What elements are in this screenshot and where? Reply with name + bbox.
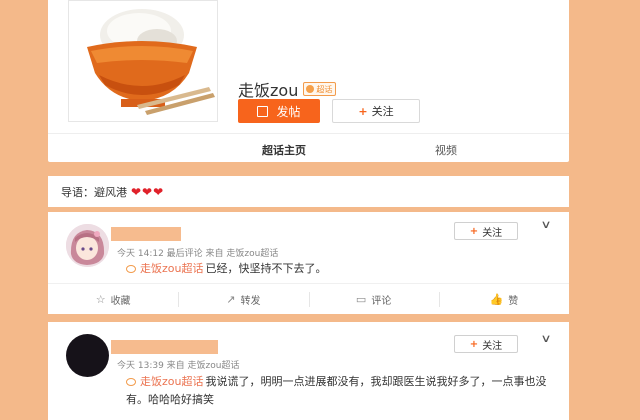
like-label: 赞: [508, 295, 519, 307]
intro-label: 导语：避风港: [61, 185, 127, 199]
post-card: 今天 13:39 来自 走饭zou超话 走饭zou超话 我说谎了，明明一点进展都没…: [48, 322, 569, 420]
topic-link[interactable]: 走饭zou超话: [140, 262, 203, 275]
badge-label: 超话: [316, 84, 333, 94]
tab-video[interactable]: 视频: [435, 142, 457, 158]
post-meta: 今天 13:39 来自 走饭zou超话: [117, 361, 240, 371]
avatar[interactable]: [66, 334, 109, 377]
heart-icons: ❤❤❤: [131, 184, 165, 199]
follow-user-button[interactable]: + 关注: [454, 335, 518, 353]
supertopic-badge: 超话: [303, 82, 337, 96]
tab-supertopic-home[interactable]: 超话主页: [262, 142, 306, 158]
rice-bowl-image: [69, 1, 217, 121]
follow-label: 关注: [482, 227, 503, 239]
post-card: 今天 14:12 最后评论 来自 走饭zou超话 走饭zou超话 已经，快坚持不下…: [48, 212, 569, 314]
repost-button[interactable]: ↗ 转发: [178, 284, 308, 314]
intro-bar: 导语：避风港 ❤❤❤: [48, 176, 569, 207]
like-button[interactable]: 👍 赞: [438, 284, 569, 314]
topic-avatar[interactable]: [68, 0, 218, 122]
post-content: 走饭zou超话 我说谎了，明明一点进展都没有，我却跟医生说我好多了，一点事也没有。…: [126, 373, 549, 409]
follow-button-label: 关注: [371, 105, 394, 118]
chevron-down-icon[interactable]: ∨: [540, 332, 551, 345]
supertopic-icon: [126, 265, 136, 273]
post-button-label: 发帖: [276, 104, 301, 119]
topic-name-row: 走饭zou 超话: [238, 77, 337, 101]
username-redacted[interactable]: [111, 227, 181, 241]
follow-topic-button[interactable]: + 关注: [332, 99, 420, 123]
post-content: 走饭zou超话 已经，快坚持不下去了。: [126, 260, 549, 278]
plus-icon: +: [469, 225, 479, 237]
plus-icon: +: [358, 104, 368, 118]
star-icon: ☆: [95, 292, 106, 306]
diamond-icon: [306, 85, 315, 93]
username-redacted[interactable]: [111, 340, 218, 354]
divider: [48, 133, 569, 134]
comment-icon: ▭: [355, 292, 367, 306]
collect-label: 收藏: [110, 295, 131, 307]
repost-label: 转发: [240, 295, 261, 307]
thumbs-up-icon: 👍: [489, 292, 504, 306]
collect-button[interactable]: ☆ 收藏: [48, 284, 178, 314]
share-icon: ↗: [226, 292, 236, 306]
comment-label: 评论: [371, 295, 392, 307]
chevron-down-icon[interactable]: ∨: [540, 218, 551, 231]
post-meta: 今天 14:12 最后评论 来自 走饭zou超话: [117, 249, 279, 259]
post-button[interactable]: 发帖: [238, 99, 320, 123]
follow-user-button[interactable]: + 关注: [454, 222, 518, 240]
topic-link[interactable]: 走饭zou超话: [140, 375, 203, 388]
follow-label: 关注: [482, 340, 503, 352]
anime-avatar-image: [66, 224, 109, 267]
supertopic-icon: [126, 378, 136, 386]
post-text: 已经，快坚持不下去了。: [205, 262, 327, 275]
topic-name: 走饭zou: [238, 81, 299, 100]
comment-button[interactable]: ▭ 评论: [308, 284, 439, 314]
edit-icon: [257, 105, 269, 117]
supertopic-header: 走饭zou 超话 发帖 + 关注 超话主页 视频: [48, 0, 569, 162]
avatar[interactable]: [66, 224, 109, 267]
post-actions: ☆ 收藏 ↗ 转发 ▭ 评论 👍 赞: [48, 283, 569, 314]
plus-icon: +: [469, 338, 479, 350]
